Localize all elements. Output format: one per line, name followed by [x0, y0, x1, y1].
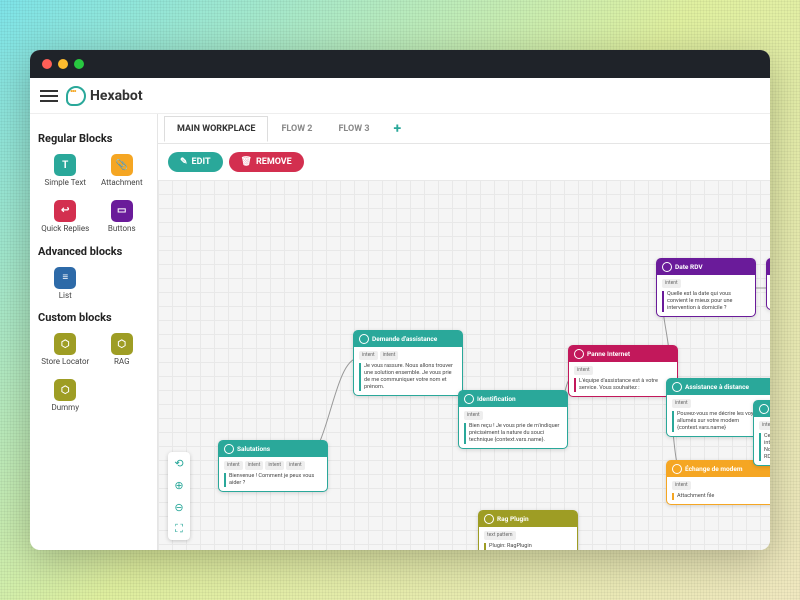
zoom-out-button[interactable]: ⊖ — [168, 496, 190, 518]
window-minimize-icon[interactable] — [58, 59, 68, 69]
block-label: Dummy — [52, 404, 79, 413]
node-datedv[interactable]: Date RDV intentQuelle est la date qui vo… — [656, 258, 756, 317]
node-salutations[interactable]: Salutations intentintentintentintentBien… — [218, 440, 328, 492]
tab-main-workplace[interactable]: MAIN WORKPLACE — [164, 116, 268, 142]
block-label: Store Locator — [41, 358, 89, 367]
node-demande[interactable]: Demande d'assistance intentintentJe vous… — [353, 330, 463, 396]
block-icon: ≡ — [54, 267, 76, 289]
block-buttons[interactable]: ▭ Buttons — [95, 197, 150, 237]
section-title-custom: Custom blocks — [38, 311, 149, 324]
window-titlebar — [30, 50, 770, 78]
node-echange[interactable]: Échange de modem intentAttachment file — [666, 460, 770, 505]
app-window: Hexabot Regular Blocks T Simple Text 📎 Atta… — [30, 50, 770, 550]
block-label: Simple Text — [45, 179, 86, 188]
logo-icon — [66, 86, 86, 106]
block-store-locator[interactable]: ⬡ Store Locator — [38, 330, 93, 370]
block-attachment[interactable]: 📎 Attachment — [95, 151, 150, 191]
node-identification[interactable]: Identification intentBien reçu ! Je vous… — [458, 390, 568, 449]
add-flow-button[interactable]: + — [383, 117, 413, 141]
window-close-icon[interactable] — [42, 59, 52, 69]
block-icon: T — [54, 154, 76, 176]
node-panne[interactable]: Panne Internet intentL'équipe d'assistan… — [568, 345, 678, 397]
block-icon: 📎 — [111, 154, 133, 176]
app-logo[interactable]: Hexabot — [66, 86, 143, 106]
block-icon: ⬡ — [111, 333, 133, 355]
section-title-advanced: Advanced blocks — [38, 245, 149, 258]
block-label: Buttons — [108, 225, 136, 234]
tab-flow-2[interactable]: FLOW 2 — [268, 116, 325, 142]
block-icon: ⬡ — [54, 333, 76, 355]
block-label: Attachment — [101, 179, 143, 188]
node-creneaux[interactable]: Créneaux horaires intentQuel est le crén… — [766, 258, 770, 310]
zoom-reset-button[interactable]: ⟲ — [168, 452, 190, 474]
zoom-in-button[interactable]: ⊕ — [168, 474, 190, 496]
block-quick-replies[interactable]: ↩ Quick Replies — [38, 197, 93, 237]
flow-canvas[interactable]: Salutations intentintentintentintentBien… — [158, 180, 770, 550]
action-bar: ✎ EDIT 🗑 REMOVE — [158, 144, 770, 180]
block-simple-text[interactable]: T Simple Text — [38, 151, 93, 191]
main-area: MAIN WORKPLACEFLOW 2FLOW 3+ ✎ EDIT 🗑 REM… — [158, 114, 770, 550]
block-rag[interactable]: ⬡ RAG — [95, 330, 150, 370]
fit-screen-button[interactable]: ⛶ — [168, 518, 190, 540]
section-title-regular: Regular Blocks — [38, 132, 149, 145]
block-list[interactable]: ≡ List — [38, 264, 93, 304]
block-label: List — [59, 292, 72, 301]
block-icon: ⬡ — [54, 379, 76, 401]
tab-flow-3[interactable]: FLOW 3 — [325, 116, 382, 142]
block-icon: ▭ — [111, 200, 133, 222]
zoom-controls: ⟲ ⊕ ⊖ ⛶ — [168, 452, 190, 540]
node-reorientation[interactable]: Réorientation RDV intentCette panne néce… — [753, 400, 770, 466]
edit-button[interactable]: ✎ EDIT — [168, 152, 223, 172]
block-dummy[interactable]: ⬡ Dummy — [38, 376, 93, 416]
app-name: Hexabot — [90, 88, 143, 104]
hamburger-menu-icon[interactable] — [40, 90, 58, 102]
block-label: Quick Replies — [41, 225, 89, 234]
window-maximize-icon[interactable] — [74, 59, 84, 69]
sidebar: Regular Blocks T Simple Text 📎 Attachment ↩ Q… — [30, 114, 158, 550]
block-label: RAG — [114, 358, 130, 367]
topbar: Hexabot — [30, 78, 770, 114]
block-icon: ↩ — [54, 200, 76, 222]
flow-tabs: MAIN WORKPLACEFLOW 2FLOW 3+ — [158, 114, 770, 144]
node-rag[interactable]: Rag Plugin text patternPlugin: RagPlugin — [478, 510, 578, 550]
remove-button[interactable]: 🗑 REMOVE — [229, 152, 304, 172]
